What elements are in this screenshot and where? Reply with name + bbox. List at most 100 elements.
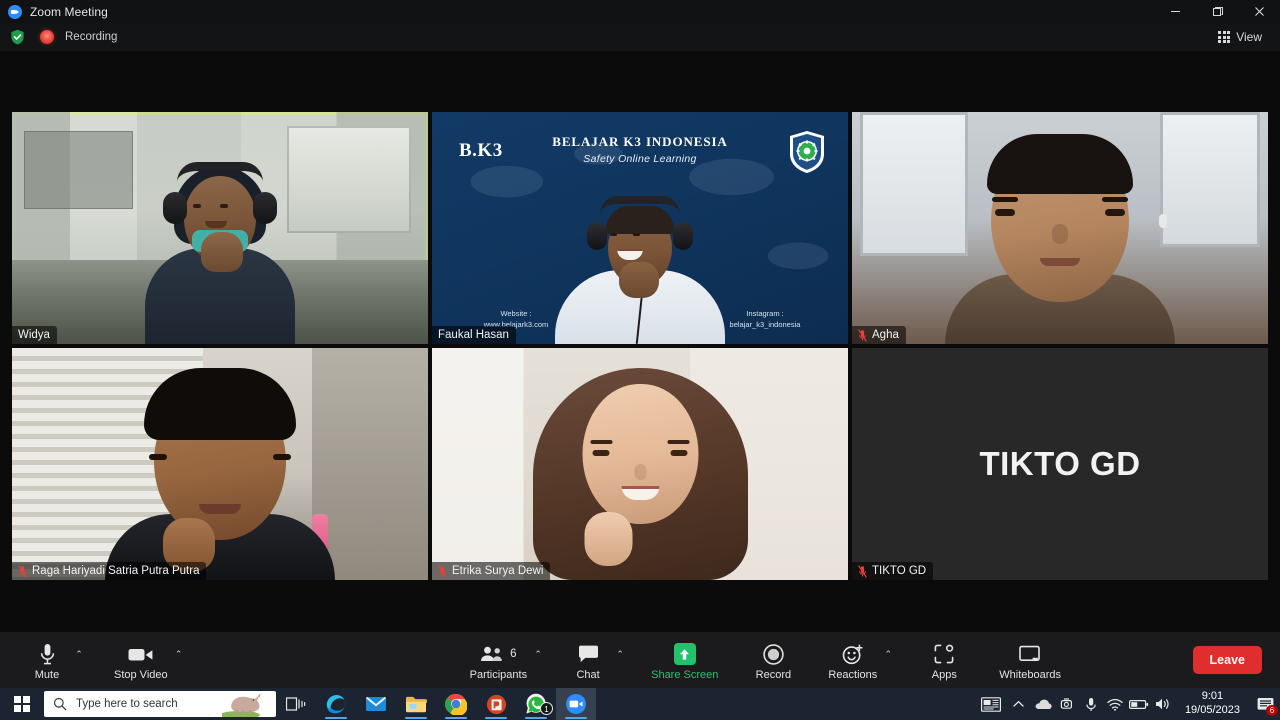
stop-video-button[interactable]: Stop Video	[108, 637, 174, 683]
participant-name-badge: Raga Hariyadi Satria Putra Putra	[12, 562, 207, 580]
microphone-icon	[39, 642, 56, 666]
participant-tile-agha[interactable]: Agha	[852, 112, 1268, 344]
apps-icon	[934, 642, 954, 666]
participant-name-label: Agha	[872, 329, 899, 341]
recording-label: Recording	[65, 31, 118, 43]
windows-start-icon[interactable]	[0, 688, 44, 720]
participant-video-raga	[105, 365, 335, 580]
apps-label: Apps	[931, 669, 957, 681]
video-options-chevron-icon[interactable]: ⌃	[172, 647, 186, 662]
chat-options-chevron-icon[interactable]: ⌃	[613, 647, 627, 662]
slide-instagram-value: belajar_k3_indonesia	[729, 319, 801, 329]
participant-name-label: Raga Hariyadi Satria Putra Putra	[32, 565, 200, 577]
audio-options-chevron-icon[interactable]: ⌃	[72, 647, 86, 662]
participant-video-etrika	[532, 368, 748, 580]
record-circle-icon	[763, 642, 784, 666]
recording-dot-icon	[40, 30, 54, 44]
participant-video-widya	[145, 154, 295, 344]
share-screen-up-arrow-icon	[673, 642, 696, 666]
microphone-in-use-icon[interactable]	[1079, 688, 1103, 720]
whiteboards-button[interactable]: Whiteboards	[993, 637, 1067, 683]
participant-tile-faukal-hasan[interactable]: B.K3 BELAJAR K3 INDONESIA Safety Online …	[432, 112, 848, 344]
apps-button[interactable]: Apps	[917, 637, 971, 683]
notification-count-badge: 6	[1266, 705, 1278, 716]
reactions-group: Reactions ⌃	[822, 637, 895, 683]
participant-tile-raga[interactable]: Raga Hariyadi Satria Putra Putra	[12, 348, 428, 580]
participant-name-badge: Etrika Surya Dewi	[432, 562, 551, 580]
slide-instagram-label: Instagram :	[746, 308, 784, 318]
video-gallery-grid: Widya B.K3 BELAJAR K3 INDONESIA Safety O…	[12, 112, 1268, 588]
taskbar-whatsapp-icon[interactable]: 1	[516, 688, 556, 720]
whiteboards-label: Whiteboards	[999, 669, 1062, 681]
wifi-icon[interactable]	[1103, 688, 1127, 720]
participants-label: Participants	[469, 669, 528, 681]
recording-indicator[interactable]: Recording	[40, 30, 117, 44]
taskbar-microsoft-edge-icon[interactable]	[316, 688, 356, 720]
chat-label: Chat	[576, 669, 600, 681]
meeting-controls-toolbar: Mute ⌃ Stop Video ⌃ 6 Participants ⌃ Cha…	[0, 632, 1280, 688]
participant-tile-etrika[interactable]: Etrika Surya Dewi	[432, 348, 848, 580]
show-hidden-icons-icon[interactable]	[1007, 688, 1031, 720]
maximize-button[interactable]	[1196, 0, 1238, 23]
camera-in-use-icon[interactable]	[1055, 688, 1079, 720]
slide-website-label: Website :	[500, 308, 532, 318]
whatsapp-badge: 1	[540, 702, 553, 715]
participant-name-badge: Agha	[852, 326, 906, 344]
participant-name-label: Faukal Hasan	[438, 329, 509, 341]
news-and-interests-icon[interactable]	[975, 688, 1007, 720]
system-tray: 9:01 19/05/2023 6	[975, 688, 1280, 720]
chat-bubble-icon	[578, 642, 599, 666]
video-control-group: Stop Video ⌃	[108, 637, 186, 683]
record-button[interactable]: Record	[746, 637, 800, 683]
k3-shield-gear-icon	[790, 131, 824, 173]
window-controls	[1154, 0, 1280, 23]
battery-icon[interactable]	[1127, 688, 1151, 720]
taskbar-zoom-app-icon[interactable]	[556, 688, 596, 720]
taskbar-google-chrome-icon[interactable]	[436, 688, 476, 720]
minimize-button[interactable]	[1154, 0, 1196, 23]
smiley-reaction-icon	[842, 642, 864, 666]
reactions-button[interactable]: Reactions	[822, 637, 883, 683]
apps-group: Apps	[917, 637, 971, 683]
participant-tile-tikto-gd[interactable]: TIKTO GD TIKTO GD	[852, 348, 1268, 580]
participant-name-label: TIKTO GD	[872, 565, 927, 577]
onedrive-cloud-icon[interactable]	[1031, 688, 1055, 720]
chat-control-group: Chat ⌃	[561, 637, 627, 683]
participant-tile-widya[interactable]: Widya	[12, 112, 428, 344]
background-window	[286, 125, 412, 233]
chat-button[interactable]: Chat	[561, 637, 615, 683]
window-title: Zoom Meeting	[30, 4, 108, 19]
close-button[interactable]	[1238, 0, 1280, 23]
participants-button[interactable]: 6 Participants	[464, 637, 533, 683]
speaker-volume-icon[interactable]	[1151, 688, 1175, 720]
clock-time: 9:01	[1201, 690, 1224, 703]
reactions-label: Reactions	[828, 669, 878, 681]
action-center-icon[interactable]: 6	[1250, 688, 1280, 720]
participant-name-badge: TIKTO GD	[852, 562, 934, 580]
taskbar-file-explorer-icon[interactable]	[396, 688, 436, 720]
microphone-muted-icon	[858, 328, 867, 342]
share-screen-button[interactable]: Share Screen	[645, 637, 724, 683]
reactions-options-chevron-icon[interactable]: ⌃	[881, 647, 895, 662]
whiteboards-group: Whiteboards	[993, 637, 1067, 683]
green-shield-check-icon[interactable]	[10, 29, 25, 45]
microphone-muted-icon	[18, 564, 27, 578]
leave-button[interactable]: Leave	[1192, 646, 1262, 674]
clock-date: 19/05/2023	[1184, 704, 1240, 716]
view-button[interactable]: View	[1212, 27, 1268, 47]
whiteboard-icon	[1019, 642, 1041, 666]
participants-options-chevron-icon[interactable]: ⌃	[531, 647, 545, 662]
meeting-status-bar: Recording View	[0, 23, 1280, 51]
taskbar-mail-icon[interactable]	[356, 688, 396, 720]
record-label: Record	[755, 669, 792, 681]
participant-name-label: Etrika Surya Dewi	[452, 565, 544, 577]
mute-button[interactable]: Mute	[20, 637, 74, 683]
taskbar-task-view-icon[interactable]	[276, 688, 316, 720]
participant-video-agha	[945, 124, 1175, 344]
participant-placeholder-name: TIKTO GD	[979, 445, 1141, 482]
slide-subtitle: Safety Online Learning	[583, 153, 697, 165]
taskbar-clock[interactable]: 9:01 19/05/2023	[1175, 690, 1250, 718]
record-group: Record	[746, 637, 800, 683]
taskbar-powerpoint-icon[interactable]	[476, 688, 516, 720]
search-input[interactable]: Type here to search	[44, 691, 276, 717]
